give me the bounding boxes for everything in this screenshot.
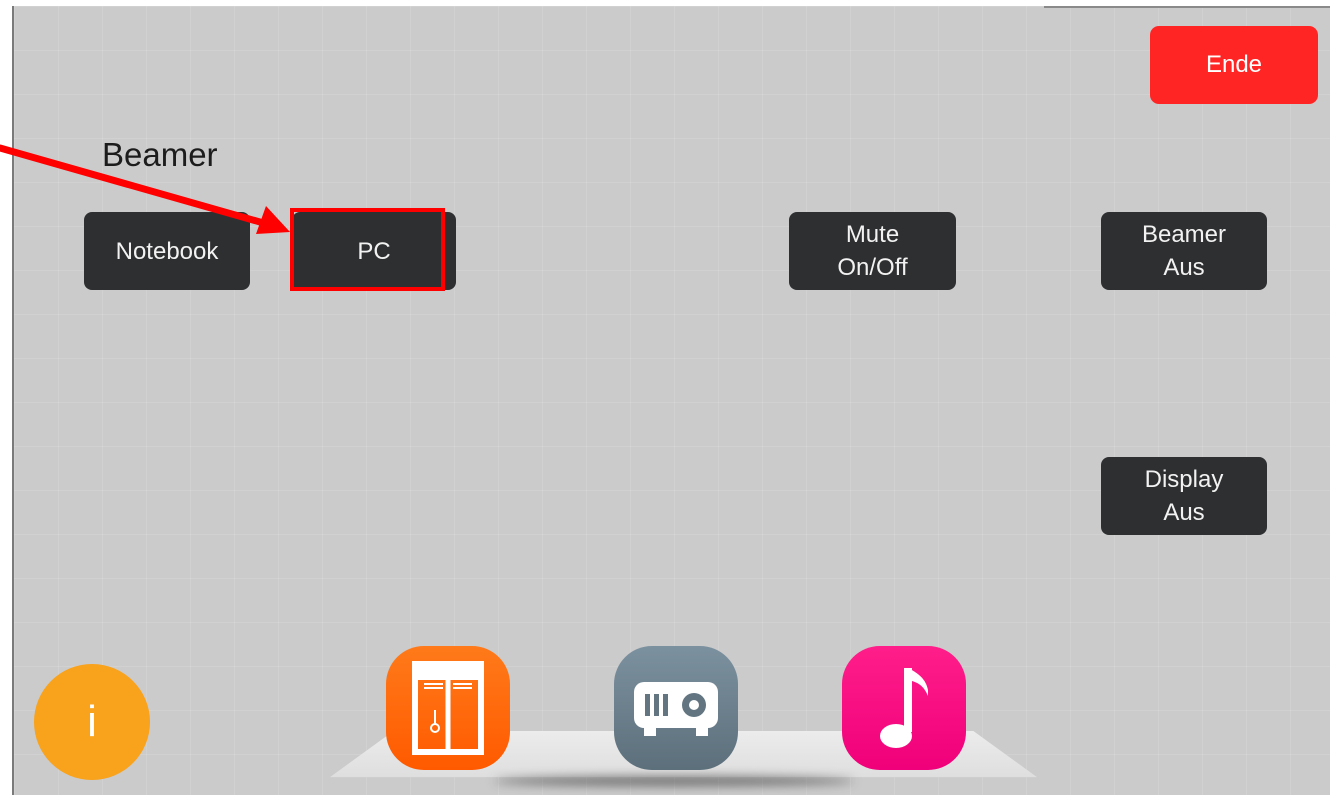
page-title: Beamer [102,136,218,173]
blinds-icon[interactable] [386,646,510,770]
display-off-line1: Display [1144,466,1224,493]
projector-icon[interactable] [614,646,738,770]
pc-button[interactable]: PC [292,212,456,290]
notebook-button[interactable]: Notebook [84,212,250,290]
info-icon-label: i [87,697,97,746]
blinds-icon-glyph [412,661,484,755]
pc-button-label: PC [357,237,391,265]
mute-button[interactable]: Mute On/Off [789,212,956,290]
beamer-off-line2: Aus [1163,254,1205,281]
beamer-off-line1: Beamer [1141,221,1227,248]
panel-top-border [1044,6,1330,8]
display-off-button[interactable]: Display Aus [1101,457,1267,535]
music-note-icon[interactable] [842,646,966,770]
beamer-off-button[interactable]: Beamer Aus [1101,212,1267,290]
info-icon[interactable]: i [34,664,150,780]
notebook-button-label: Notebook [115,237,219,265]
mute-button-line1: Mute [845,221,900,248]
dock-shadow [494,776,854,786]
control-panel: Ende Beamer Notebook PC Mute On/Off Beam… [12,6,1330,795]
display-off-line2: Aus [1163,499,1205,526]
end-button[interactable]: Ende [1150,26,1318,104]
projector-icon-glyph [634,682,718,736]
mute-button-line2: On/Off [837,254,908,281]
music-note-glyph [880,668,928,748]
